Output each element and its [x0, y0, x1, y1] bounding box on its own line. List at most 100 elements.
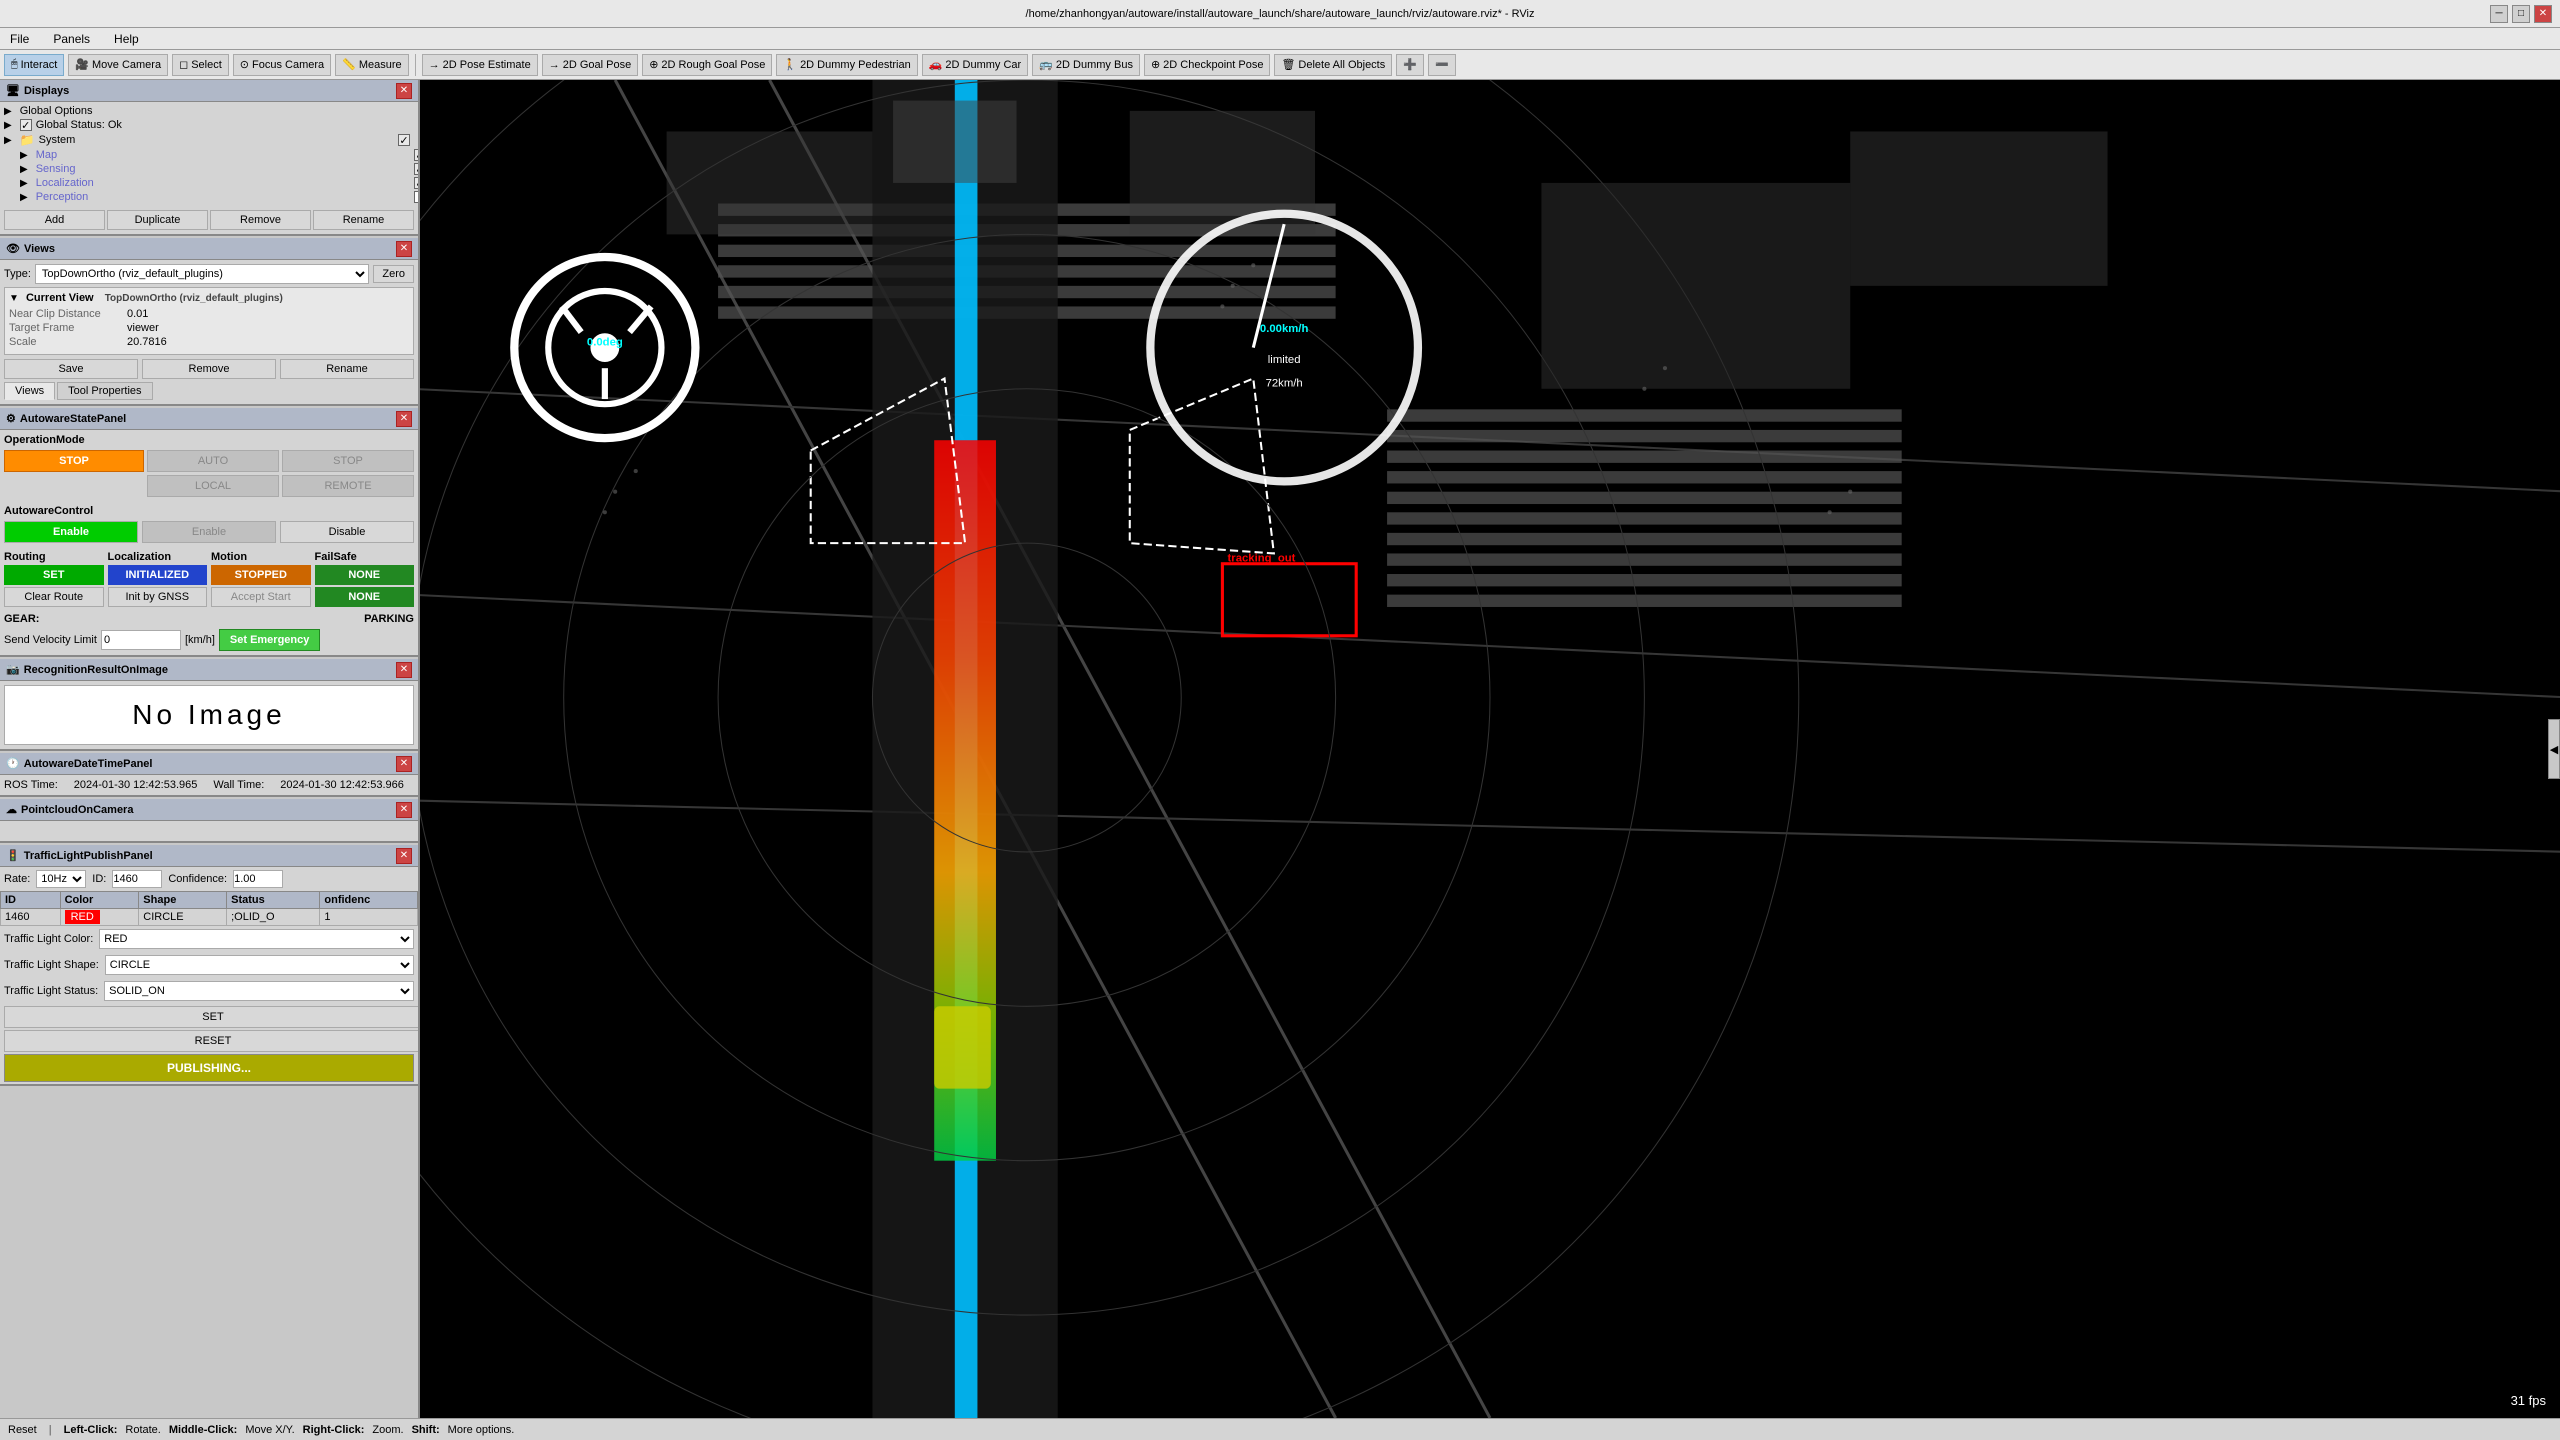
views-panel-inner: Type: TopDownOrtho (rviz_default_plugins… — [0, 260, 418, 404]
tab-views[interactable]: Views — [4, 382, 55, 400]
tl-status-row: Traffic Light Status: SOLID_ON SOLID_OFF… — [0, 978, 418, 1004]
tree-item-system[interactable]: ▶ 📁 System ✓ — [2, 132, 416, 148]
global-status-checkbox[interactable]: ✓ — [20, 119, 32, 131]
clear-route-button[interactable]: Clear Route — [4, 587, 104, 607]
local-button[interactable]: LOCAL — [147, 475, 279, 497]
pose-estimate-icon: → — [429, 59, 440, 71]
red-badge: RED — [65, 910, 100, 924]
stop-button-2[interactable]: STOP — [282, 450, 414, 472]
localization-col: Localization INITIALIZED Init by GNSS — [108, 551, 208, 609]
traffic-light-close[interactable]: ✕ — [396, 848, 412, 864]
set-emergency-button[interactable]: Set Emergency — [219, 629, 320, 651]
tab-tool-properties[interactable]: Tool Properties — [57, 382, 152, 400]
duplicate-button[interactable]: Duplicate — [107, 210, 208, 230]
rate-label: Rate: — [4, 873, 30, 885]
current-view-title: ▼ Current View TopDownOrtho (rviz_defaul… — [9, 292, 409, 304]
pose-estimate-button[interactable]: → 2D Pose Estimate — [422, 54, 538, 76]
displays-footer: Add Duplicate Remove Rename — [0, 206, 418, 234]
focus-icon: ⊙ — [240, 58, 249, 71]
close-button[interactable]: ✕ — [2534, 5, 2552, 23]
routing-status-badge: SET — [4, 565, 104, 585]
ros-time-label: ROS Time: — [4, 779, 58, 791]
dummy-bus-button[interactable]: 🚌 2D Dummy Bus — [1032, 54, 1140, 76]
window-title: /home/zhanhongyan/autoware/install/autow… — [1026, 8, 1535, 20]
shape-select[interactable]: CIRCLE ARROW — [105, 955, 414, 975]
displays-panel: 🖥 Displays ✕ ▶ Global Options ▶ ✓ Global… — [0, 80, 418, 236]
add-button[interactable]: Add — [4, 210, 105, 230]
tree-item-perception[interactable]: ▶ Perception — [18, 190, 420, 204]
pointcloud-close[interactable]: ✕ — [396, 802, 412, 818]
displays-close-button[interactable]: ✕ — [396, 83, 412, 99]
init-gnss-button[interactable]: Init by GNSS — [108, 587, 208, 607]
views-rename-button[interactable]: Rename — [280, 359, 414, 379]
views-remove-button[interactable]: Remove — [142, 359, 276, 379]
datetime-close[interactable]: ✕ — [396, 756, 412, 772]
rate-select[interactable]: 10Hz — [36, 870, 86, 888]
pointcloud-title: ☁ PointcloudOnCamera — [6, 803, 133, 816]
tl-id-input[interactable] — [112, 870, 162, 888]
stop-button[interactable]: STOP — [4, 450, 144, 472]
views-type-select[interactable]: TopDownOrtho (rviz_default_plugins) — [35, 264, 369, 284]
interact-button[interactable]: 🖱 Interact — [4, 54, 64, 76]
move-camera-button[interactable]: 🎥 Move Camera — [68, 54, 168, 76]
rename-button[interactable]: Rename — [313, 210, 414, 230]
tree-item-map[interactable]: ▶ Map ✓ — [18, 148, 420, 162]
scale-key: Scale — [9, 336, 119, 348]
goal-pose-button[interactable]: → 2D Goal Pose — [542, 54, 638, 76]
status-col-header: Status — [227, 892, 320, 909]
panel-collapse-arrow[interactable]: ◀ — [2548, 719, 2560, 779]
state-panel-close[interactable]: ✕ — [396, 411, 412, 427]
measure-button[interactable]: 📏 Measure — [335, 54, 409, 76]
tl-set-button[interactable]: SET — [4, 1006, 420, 1028]
traffic-light-icon: 🚦 — [6, 849, 20, 862]
minimize-button[interactable]: ─ — [2490, 5, 2508, 23]
remote-button[interactable]: REMOTE — [282, 475, 414, 497]
focus-camera-button[interactable]: ⊙ Focus Camera — [233, 54, 331, 76]
auto-button[interactable]: AUTO — [147, 450, 279, 472]
tl-publishing-button[interactable]: PUBLISHING... — [4, 1054, 414, 1082]
toolbar: 🖱 Interact 🎥 Move Camera ◻ Select ⊙ Focu… — [0, 50, 2560, 80]
rough-goal-pose-button[interactable]: ⊕ 2D Rough Goal Pose — [642, 54, 772, 76]
color-select[interactable]: RED GREEN YELLOW — [99, 929, 414, 949]
views-close-button[interactable]: ✕ — [396, 241, 412, 257]
views-zero-button[interactable]: Zero — [373, 265, 414, 283]
minus-button[interactable]: ➖ — [1428, 54, 1456, 76]
pointcloud-icon: ☁ — [6, 803, 17, 816]
enable-button-2[interactable]: Enable — [142, 521, 276, 543]
color-form-label: Traffic Light Color: — [4, 933, 93, 945]
checkpoint-pose-button[interactable]: ⊕ 2D Checkpoint Pose — [1144, 54, 1271, 76]
datetime-title: 🕐 AutowareDateTimePanel — [6, 757, 153, 770]
autoware-state-panel: ⚙ AutowareStatePanel ✕ OperationMode STO… — [0, 408, 418, 657]
menu-help[interactable]: Help — [108, 30, 145, 48]
ros-time-value: 2024-01-30 12:42:53.965 — [74, 779, 198, 791]
enable-button[interactable]: Enable — [4, 521, 138, 543]
disable-button[interactable]: Disable — [280, 521, 414, 543]
menu-panels[interactable]: Panels — [47, 30, 96, 48]
menu-file[interactable]: File — [4, 30, 35, 48]
delete-all-button[interactable]: 🗑 Delete All Objects — [1274, 54, 1392, 76]
confidence-input[interactable] — [233, 870, 283, 888]
remove-button[interactable]: Remove — [210, 210, 311, 230]
tl-reset-button[interactable]: RESET — [4, 1030, 420, 1052]
views-save-button[interactable]: Save — [4, 359, 138, 379]
maximize-button[interactable]: □ — [2512, 5, 2530, 23]
tree-item-global-status[interactable]: ▶ ✓ Global Status: Ok — [2, 118, 416, 132]
shift-action: More options. — [448, 1424, 515, 1436]
views-type-row: Type: TopDownOrtho (rviz_default_plugins… — [4, 264, 414, 284]
tree-item-sensing[interactable]: ▶ Sensing ✓ — [18, 162, 420, 176]
accept-start-button[interactable]: Accept Start — [211, 587, 311, 607]
velocity-input[interactable] — [101, 630, 181, 650]
op-mode-grid: STOP AUTO STOP LOCAL REMOTE — [4, 450, 414, 497]
status-bar: Reset | Left-Click: Rotate. Middle-Click… — [0, 1418, 2560, 1440]
plus-button[interactable]: ➕ — [1396, 54, 1424, 76]
views-tabs: Views Tool Properties — [4, 382, 414, 400]
select-button[interactable]: ◻ Select — [172, 54, 229, 76]
tree-item-localization[interactable]: ▶ Localization ✓ — [18, 176, 420, 190]
dummy-car-button[interactable]: 🚗 2D Dummy Car — [922, 54, 1029, 76]
recognition-close[interactable]: ✕ — [396, 662, 412, 678]
tree-item-global-options[interactable]: ▶ Global Options — [2, 104, 416, 118]
visualization-area[interactable]: tracking_out — [420, 80, 2560, 1418]
system-checkbox[interactable]: ✓ — [398, 134, 410, 146]
status-select[interactable]: SOLID_ON SOLID_OFF FLASHING — [104, 981, 414, 1001]
dummy-pedestrian-button[interactable]: 🚶 2D Dummy Pedestrian — [776, 54, 917, 76]
